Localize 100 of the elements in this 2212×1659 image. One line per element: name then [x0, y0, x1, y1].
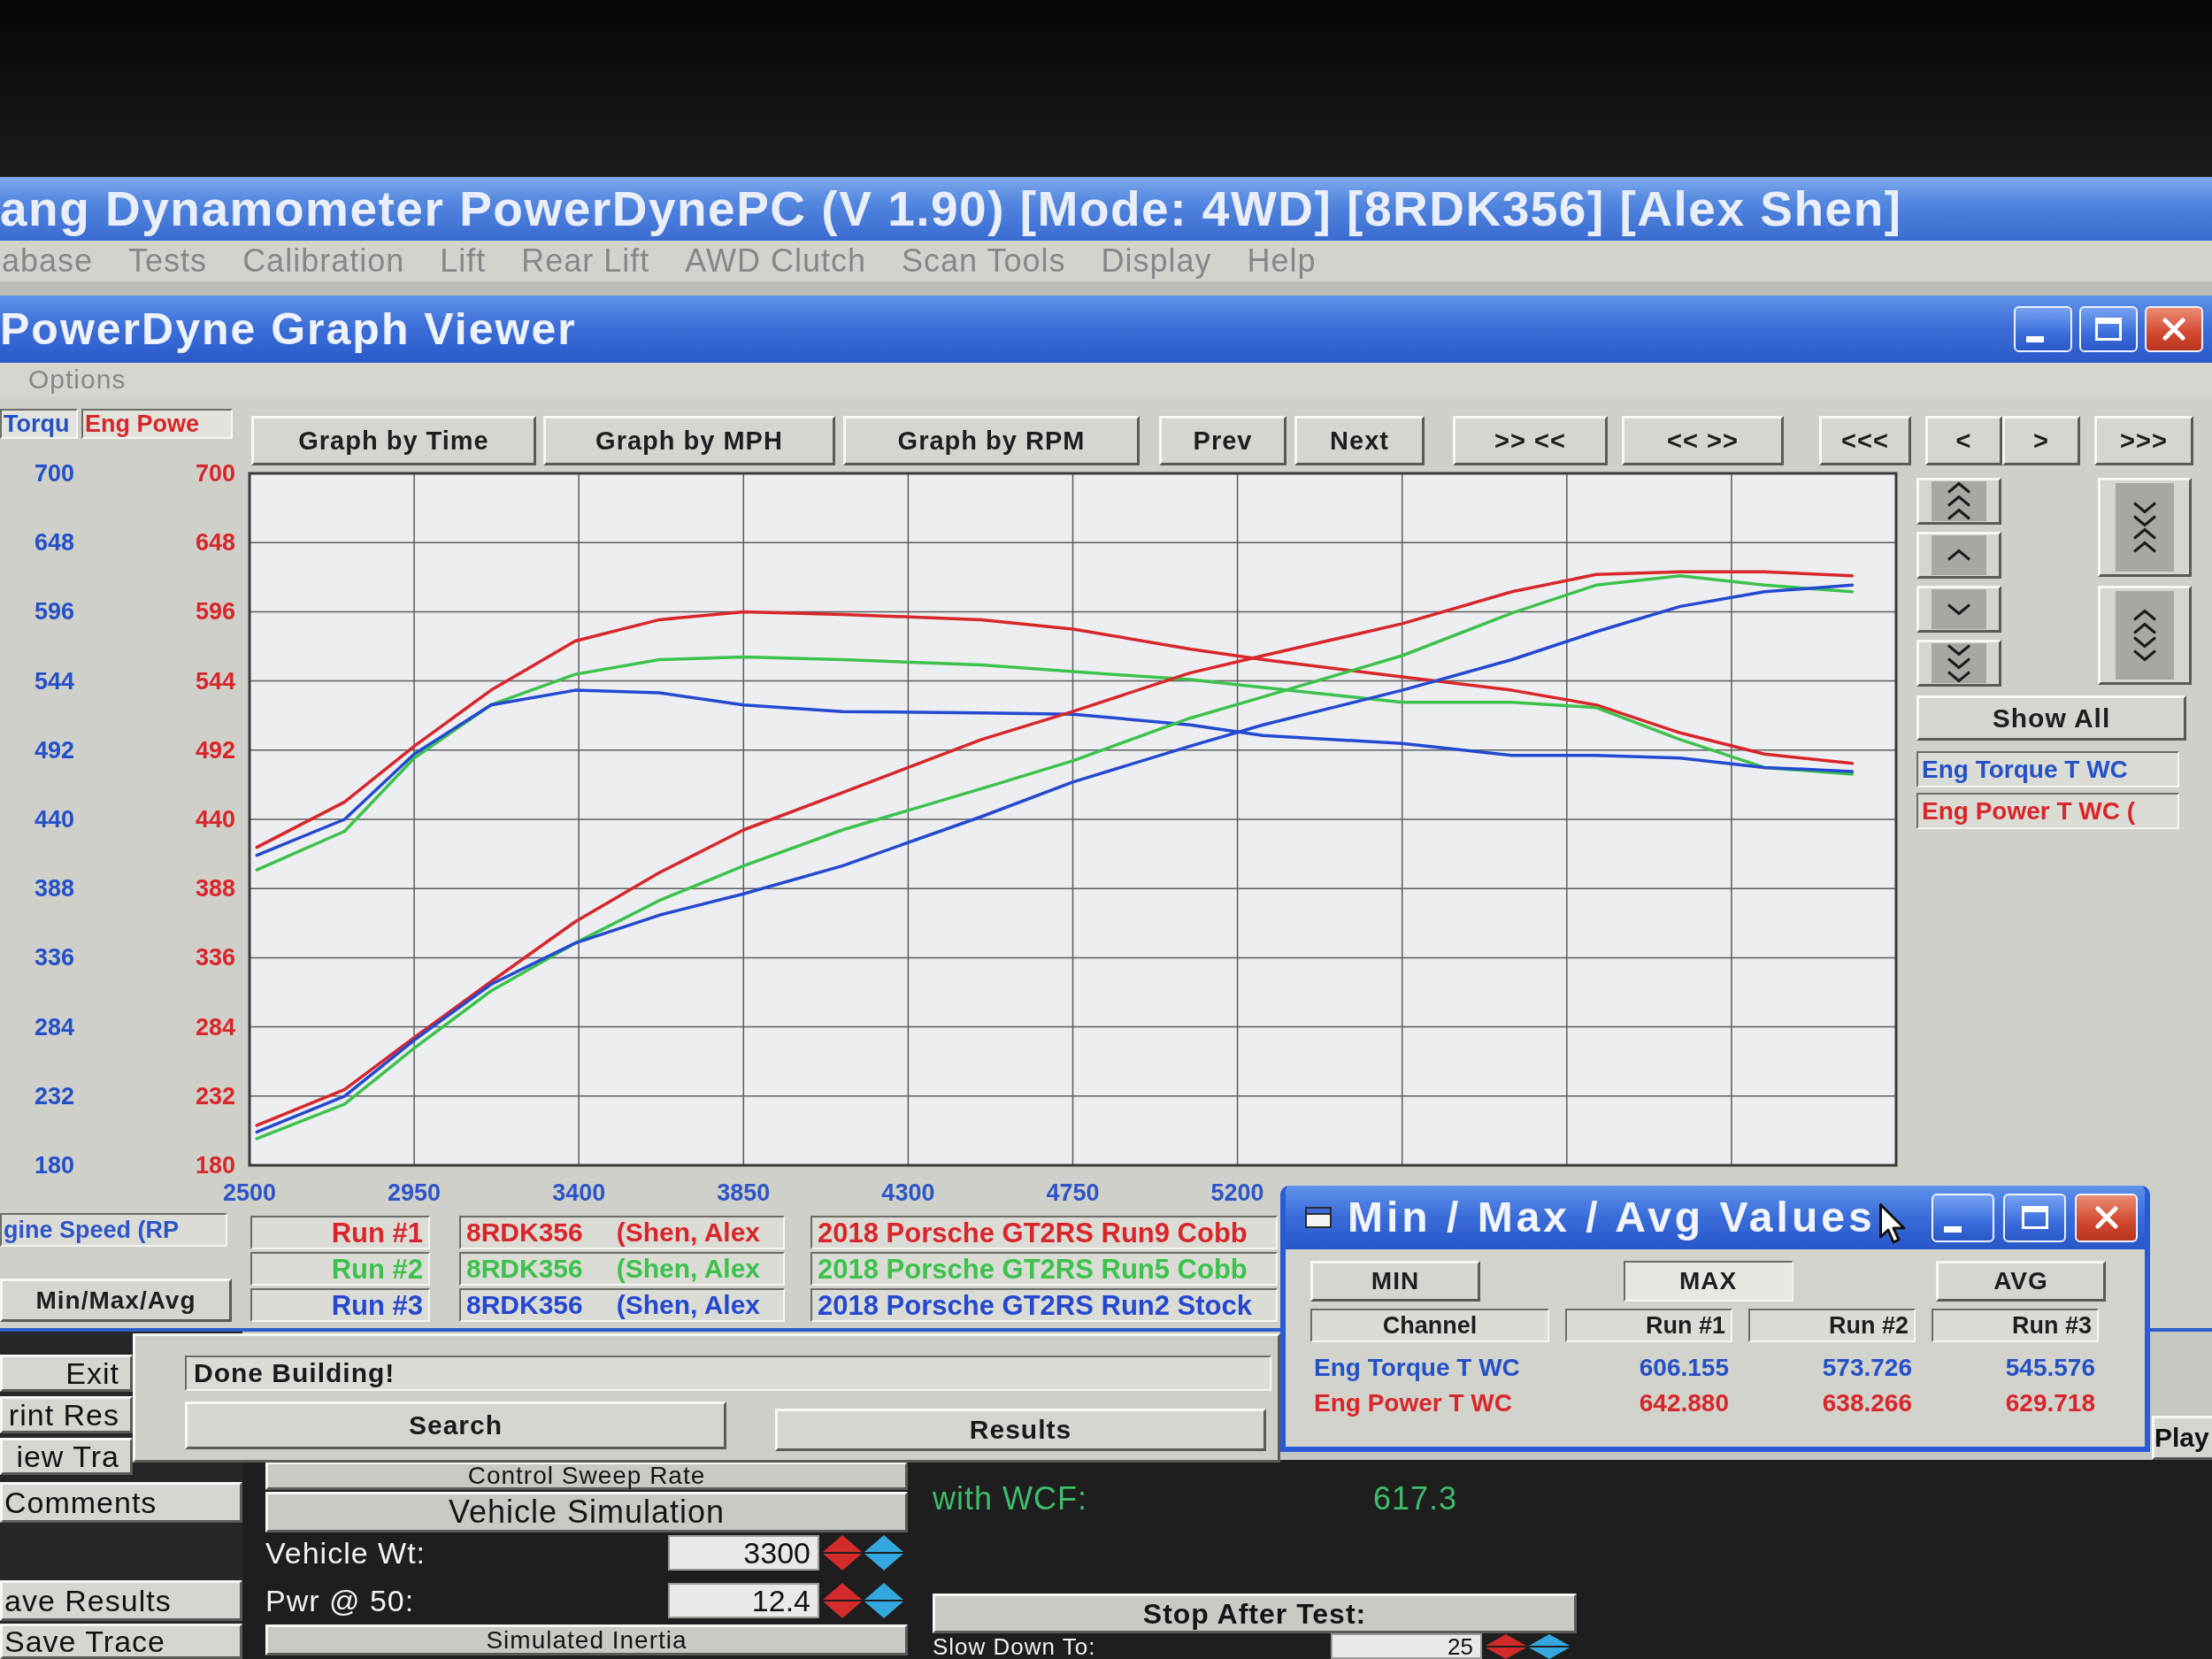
axis-tick-label: 596 — [195, 598, 235, 626]
toolbar-button[interactable]: >>> — [2094, 416, 2193, 465]
side-button[interactable]: rint Res — [0, 1396, 133, 1433]
axis-tick-label: 284 — [34, 1013, 74, 1041]
min-max-avg-button[interactable]: Min/Max/Avg — [0, 1279, 232, 1322]
toolbar-button[interactable]: Graph by Time — [251, 416, 536, 465]
mode-button[interactable]: AVG — [1936, 1261, 2106, 1302]
axis-tick-label: 388 — [195, 875, 235, 902]
status-field: Done Building! — [185, 1356, 1271, 1391]
axis-tick-label: 700 — [34, 465, 74, 487]
axis-tick-label: 544 — [195, 667, 235, 695]
axis-tick-label: 336 — [195, 944, 235, 972]
channel-list-item[interactable]: Eng Power T WC ( — [1916, 793, 2179, 829]
section-header: Vehicle Simulation — [265, 1492, 908, 1532]
axis-tick-label: 5200 — [1210, 1179, 1264, 1206]
x-axis-channel-field[interactable]: gine Speed (RP — [0, 1213, 227, 1247]
axis-channel-field[interactable]: Torqu — [0, 409, 78, 439]
customer-text: (Shen, Alex — [616, 1256, 760, 1282]
up-down-arrow-icon[interactable] — [823, 1583, 862, 1618]
vehicle-id-text: 8RDK356 — [466, 1219, 583, 1246]
mode-button[interactable]: MIN — [1310, 1261, 1480, 1302]
table-cell-text: Eng Torque T WC — [1313, 1353, 1521, 1383]
toolbar-button[interactable]: << >> — [1622, 416, 1784, 465]
toolbar-button[interactable]: Graph by RPM — [843, 416, 1140, 465]
toolbar-button[interactable]: > — [2002, 416, 2080, 465]
arrow-button[interactable] — [1916, 586, 2001, 633]
dialog-button[interactable]: Results — [775, 1409, 1266, 1451]
chevrons-down-up-icon — [2116, 483, 2174, 572]
triple-chevron-up-icon — [1932, 481, 1986, 521]
toolbar-button[interactable]: Next — [1294, 416, 1425, 465]
toolbar-button[interactable]: Prev — [1159, 416, 1286, 465]
dialog-button[interactable]: Search — [185, 1402, 726, 1449]
close-icon — [2162, 318, 2185, 341]
axis-tick-label: 492 — [34, 736, 74, 764]
axis-tick-label: 596 — [34, 598, 74, 626]
side-button[interactable]: Comments — [0, 1482, 242, 1523]
run-label: Run #2 — [250, 1252, 430, 1286]
toolbar-button[interactable]: >> << — [1453, 416, 1608, 465]
maximize-button[interactable] — [2079, 306, 2138, 352]
side-button[interactable]: Save Trace — [0, 1624, 242, 1659]
window-title: Min / Max / Avg Values — [1348, 1196, 1876, 1239]
show-all-button[interactable]: Show All — [1916, 695, 2186, 741]
input-field[interactable]: 3300 — [668, 1535, 819, 1571]
section-header: Control Sweep Rate — [265, 1462, 908, 1490]
axis-tick-label: 544 — [34, 667, 74, 695]
axis-tick-label: 2500 — [222, 1179, 277, 1206]
close-button[interactable] — [2075, 1193, 2138, 1242]
input-field[interactable]: 25 — [1331, 1633, 1482, 1659]
minimize-button[interactable] — [1932, 1193, 1994, 1242]
side-button[interactable]: Exit — [0, 1355, 133, 1392]
column-header: Run #1 — [1565, 1309, 1732, 1342]
mode-button[interactable]: MAX — [1623, 1261, 1793, 1302]
vehicle-id-text: 8RDK356 — [466, 1256, 583, 1282]
side-button[interactable]: ave Results — [0, 1580, 242, 1621]
toolbar-button[interactable]: Graph by MPH — [543, 416, 835, 465]
up-down-arrow-icon[interactable] — [1529, 1633, 1570, 1659]
arrow-button[interactable] — [1916, 532, 2001, 579]
axis-tick-label: 180 — [195, 1152, 235, 1179]
field-label: Pwr @ 50: — [265, 1586, 416, 1616]
arrow-button[interactable] — [1916, 478, 2001, 525]
axis-tick-label: 388 — [34, 875, 74, 902]
toolbar-button[interactable]: <<< — [1819, 416, 1911, 465]
mouse-cursor-icon — [1878, 1203, 1906, 1244]
up-down-arrow-icon[interactable] — [864, 1535, 903, 1571]
field-label: with WCF: — [933, 1483, 1088, 1515]
table-cell-text: 638.266 — [1821, 1388, 1913, 1418]
axis-channel-field[interactable]: Eng Powe — [81, 409, 233, 439]
axis-tick-label: 336 — [34, 944, 74, 972]
toolbar-button[interactable]: < — [1925, 416, 2002, 465]
arrow-button[interactable] — [1916, 640, 2001, 687]
customer-text: (Shen, Alex — [616, 1219, 760, 1246]
close-button[interactable] — [2145, 306, 2203, 352]
maximize-button[interactable] — [2003, 1193, 2066, 1242]
chevron-up-icon — [1932, 535, 1986, 575]
column-header: Channel — [1310, 1309, 1549, 1342]
axis-tick-label: 492 — [195, 736, 235, 764]
arrow-button[interactable] — [2098, 586, 2192, 685]
up-down-arrow-icon[interactable] — [864, 1583, 903, 1618]
axis-tick-label: 440 — [34, 806, 74, 833]
side-button[interactable]: iew Tra — [0, 1438, 133, 1475]
minimize-icon — [1944, 1225, 1962, 1233]
chevrons-up-down-icon — [2116, 591, 2174, 680]
close-icon — [2094, 1206, 2118, 1229]
axis-tick-label: 4300 — [881, 1179, 935, 1206]
section-header: Stop After Test: — [933, 1594, 1577, 1633]
table-cell-text: 606.155 — [1638, 1353, 1730, 1383]
channel-list-item[interactable]: Eng Torque T WC — [1916, 751, 2179, 787]
customer-text: (Shen, Alex — [616, 1292, 760, 1318]
minimize-icon — [2026, 336, 2044, 342]
axis-tick-label: 232 — [34, 1082, 74, 1110]
input-field[interactable]: 12.4 — [668, 1583, 819, 1618]
arrow-button[interactable] — [2098, 478, 2192, 577]
axis-tick-label: 3850 — [717, 1179, 771, 1206]
maximize-icon — [2095, 318, 2122, 341]
play-button[interactable]: Play — [2152, 1416, 2212, 1460]
up-down-arrow-icon[interactable] — [1486, 1633, 1526, 1659]
minimize-button[interactable] — [2014, 306, 2072, 352]
run-description: 2018 Porsche GT2RS Run5 Cobb — [810, 1252, 1278, 1286]
field-label: Slow Down To: — [933, 1634, 1097, 1658]
up-down-arrow-icon[interactable] — [823, 1535, 862, 1571]
